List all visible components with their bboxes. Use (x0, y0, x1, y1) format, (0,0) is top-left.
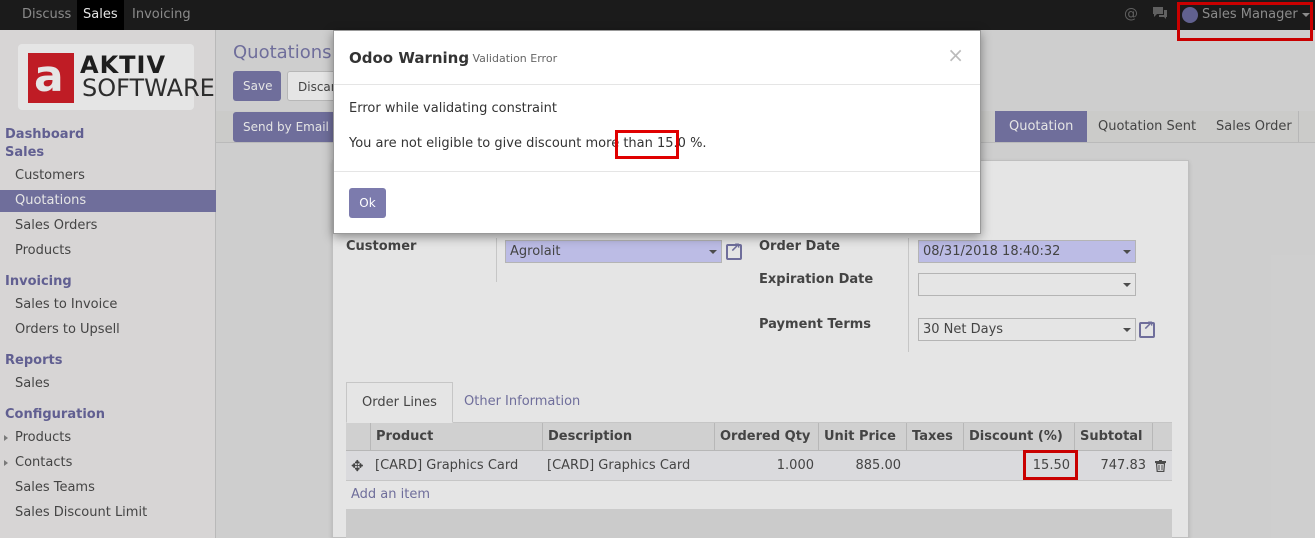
error-message: Error while validating constraint (349, 101, 557, 116)
discount-message-text: You are not eligible to give discount mo… (349, 136, 657, 151)
highlight-box-limit (615, 130, 679, 159)
dialog-title: Odoo Warning (349, 49, 470, 67)
close-icon[interactable]: × (947, 43, 964, 67)
dialog-header: Odoo Warning - Validation Error × (334, 31, 980, 85)
dialog-subtitle: - Validation Error (465, 52, 558, 65)
ok-button[interactable]: Ok (349, 188, 386, 218)
dialog-footer: Ok (334, 171, 980, 233)
